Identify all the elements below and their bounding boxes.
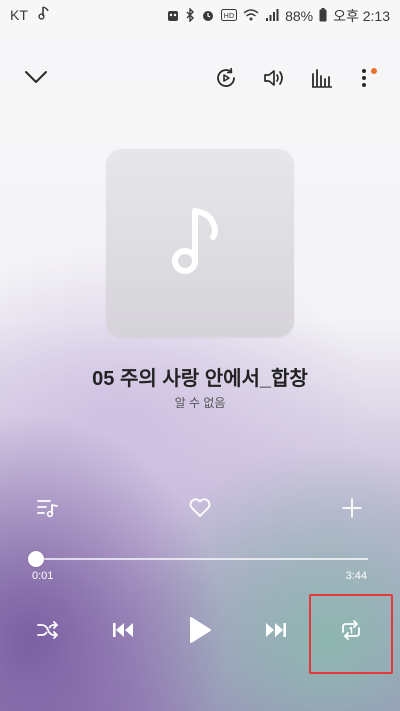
volume-button[interactable]	[254, 60, 294, 100]
album-art	[106, 149, 294, 337]
action-row	[0, 490, 400, 526]
plus-icon	[341, 497, 363, 524]
next-button[interactable]	[256, 612, 296, 652]
collapse-button[interactable]	[16, 59, 56, 99]
battery-percent: 88%	[285, 8, 314, 24]
music-note-icon	[165, 201, 235, 286]
volume-icon	[262, 66, 286, 95]
seek-bar[interactable]	[27, 551, 368, 567]
time-total: 3:44	[345, 570, 367, 582]
wifi-icon	[243, 8, 259, 25]
favorite-button[interactable]	[180, 490, 220, 530]
hd-icon: HD	[221, 8, 238, 24]
battery-icon	[319, 7, 327, 25]
play-button[interactable]	[180, 612, 220, 652]
repeat-highlight-box	[309, 594, 393, 674]
clock: 오후 2:13	[333, 8, 390, 24]
bluetooth-icon	[185, 6, 195, 25]
song-title: 05 주의 사랑 안에서_합창	[92, 368, 308, 390]
cast-icon	[214, 66, 238, 95]
svg-text:HD: HD	[224, 12, 235, 20]
shuffle-icon	[36, 620, 60, 645]
alarm-icon	[201, 8, 215, 25]
playlist-button[interactable]	[28, 490, 68, 530]
heart-icon	[188, 497, 212, 524]
artist-name: 알 수 없음	[174, 396, 226, 410]
notification-dot	[371, 68, 377, 74]
skip-previous-icon	[111, 621, 135, 644]
signal-icon	[265, 8, 279, 25]
equalizer-button[interactable]	[302, 60, 342, 100]
carrier-label: KT	[10, 6, 28, 23]
time-current: 0:01	[32, 570, 54, 582]
shuffle-button[interactable]	[28, 612, 68, 652]
playlist-icon	[36, 497, 60, 524]
more-options-button[interactable]	[344, 60, 384, 100]
music-note-icon	[38, 6, 50, 23]
player-top-bar	[0, 54, 400, 104]
more-vertical-icon	[360, 67, 368, 94]
smart-view-button[interactable]	[206, 60, 246, 100]
robot-icon	[167, 8, 179, 25]
previous-button[interactable]	[103, 612, 143, 652]
play-icon	[188, 616, 212, 649]
status-bar: KT HD 88% 오후 2:13	[0, 0, 400, 28]
chevron-down-icon	[24, 70, 48, 89]
add-to-playlist-button[interactable]	[332, 490, 372, 530]
skip-next-icon	[264, 621, 288, 644]
equalizer-icon	[311, 68, 333, 93]
seek-bar-knob[interactable]	[27, 551, 44, 567]
